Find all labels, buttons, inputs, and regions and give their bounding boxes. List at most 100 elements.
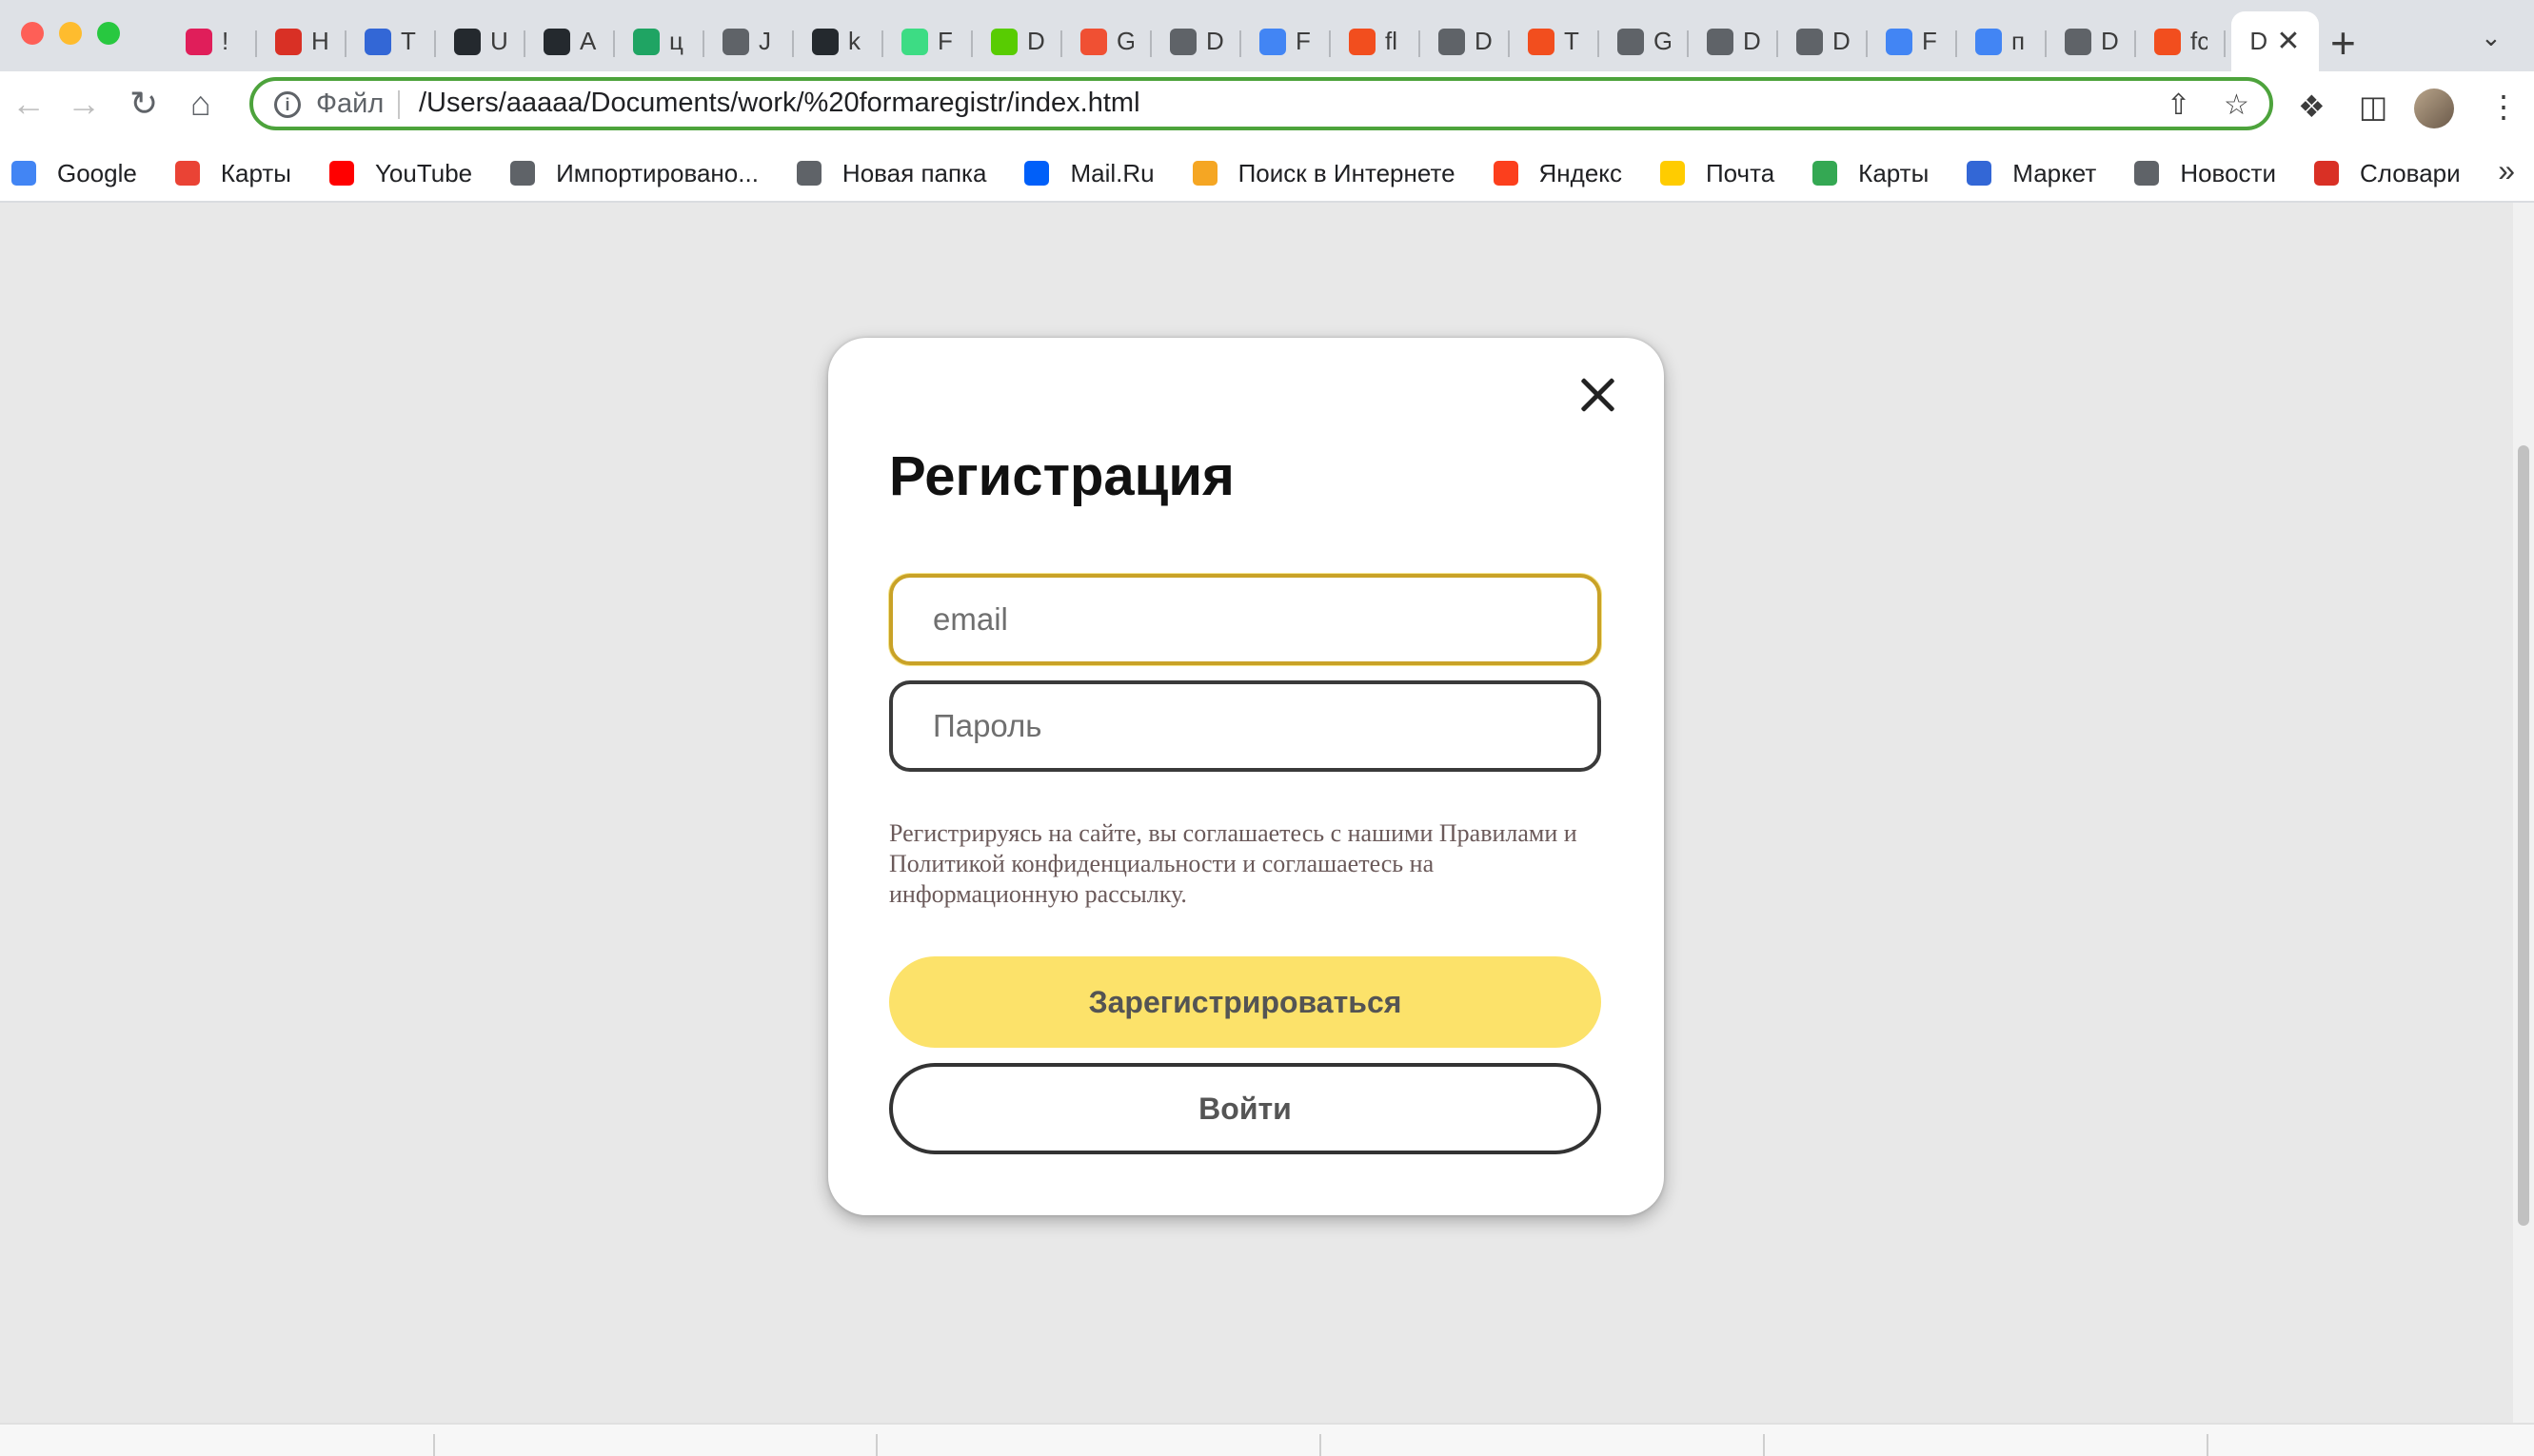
login-button[interactable]: Войти <box>889 1063 1601 1154</box>
bookmark-item[interactable]: Почта <box>1659 158 1775 188</box>
browser-tab[interactable]: H <box>257 17 346 67</box>
tab-label: H <box>311 27 328 55</box>
github-icon <box>454 28 481 55</box>
browser-tab[interactable]: D <box>2047 17 2136 67</box>
tab-close-icon[interactable]: ✕ <box>2276 27 2300 56</box>
android-icon <box>901 28 928 55</box>
bookmark-item[interactable]: Mail.Ru <box>1024 158 1155 188</box>
scrollbar-thumb[interactable] <box>2518 445 2529 1226</box>
vertical-scrollbar[interactable] <box>2513 203 2534 1423</box>
browser-tab[interactable]: D <box>973 17 1062 67</box>
register-button[interactable]: Зарегистрироваться <box>889 956 1601 1048</box>
email-field[interactable] <box>889 574 1601 665</box>
bookmark-item[interactable]: Поиск в Интернете <box>1192 159 1455 188</box>
globe-icon <box>1438 28 1465 55</box>
wheel-icon <box>365 28 391 55</box>
globe-icon <box>723 28 749 55</box>
active-tab[interactable]: D ✕ <box>2231 11 2319 71</box>
bookmark-label: Карты <box>1858 158 1930 187</box>
browser-tab[interactable]: ц <box>615 17 704 67</box>
tab-search-chevron-icon[interactable]: ⌄ <box>2481 23 2502 52</box>
browser-tab[interactable]: A <box>525 17 615 67</box>
side-panel-icon[interactable]: ◫ <box>2359 89 2387 125</box>
bookmark-label: Mail.Ru <box>1070 158 1155 187</box>
browser-tab[interactable]: D <box>1778 17 1868 67</box>
bookmark-item[interactable]: Яндекс <box>1493 158 1622 188</box>
bookmark-item[interactable]: Импортировано... <box>510 159 759 188</box>
browser-tab[interactable]: D <box>1420 17 1510 67</box>
browser-tab[interactable]: U <box>436 17 525 67</box>
globe-icon <box>1170 28 1197 55</box>
url-separator <box>398 90 400 119</box>
bookmark-item[interactable]: Новая папка <box>796 159 986 188</box>
bookmark-label: Маркет <box>2012 158 2097 187</box>
docs-icon <box>1259 28 1286 55</box>
browser-tab[interactable]: D <box>1689 17 1778 67</box>
tab-label: G <box>1653 27 1671 55</box>
close-window-button[interactable] <box>21 22 44 45</box>
bookmark-item[interactable]: YouTube <box>328 158 473 188</box>
browser-tab[interactable]: D <box>1152 17 1241 67</box>
bookmark-label: Яндекс <box>1538 158 1622 187</box>
address-bar[interactable]: i Файл /Users/aaaaa/Documents/work/%20fo… <box>249 77 2273 130</box>
browser-tab[interactable]: T <box>1510 17 1599 67</box>
modal-title: Регистрация <box>889 445 1235 507</box>
extensions-puzzle-icon[interactable]: ❖ <box>2298 89 2326 125</box>
slack-icon <box>186 28 212 55</box>
bottom-strip <box>0 1423 2534 1456</box>
browser-tab[interactable]: ! <box>168 17 257 67</box>
bookmark-star-icon[interactable]: ☆ <box>2224 89 2249 122</box>
registration-modal: Регистрация Регистрируясь на сайте, вы с… <box>828 338 1664 1215</box>
browser-tab[interactable]: G <box>1599 17 1689 67</box>
tabs: ! H T U Aц Jk F D G D Ffl D T G D D Fп Dfc D ✕ <box>168 11 2319 71</box>
minimize-window-button[interactable] <box>59 22 82 45</box>
browser-tab[interactable]: J <box>704 17 794 67</box>
more-bookmarks-chevron-icon[interactable]: » <box>2498 153 2515 188</box>
browser-tab[interactable]: G <box>1062 17 1152 67</box>
bookmark-item[interactable]: Маркет <box>1967 159 2096 188</box>
menu-kebab-icon[interactable]: ⋮ <box>2488 89 2519 125</box>
share-icon[interactable]: ⇧ <box>2167 89 2190 122</box>
browser-tab[interactable]: fc <box>2136 17 2226 67</box>
close-icon[interactable] <box>1576 374 1618 416</box>
tab-label: F <box>938 27 953 55</box>
tab-label: T <box>1564 27 1579 55</box>
browser-tab[interactable]: k <box>794 17 883 67</box>
bookmark-item[interactable]: Карты <box>1812 159 1929 188</box>
browser-tab[interactable]: F <box>1868 17 1957 67</box>
new-tab-button[interactable]: + <box>2330 17 2356 69</box>
url-scheme-label: Файл <box>316 89 385 119</box>
url-text[interactable]: /Users/aaaaa/Documents/work/%20formaregi… <box>419 88 1140 119</box>
tab-label: U <box>490 27 507 55</box>
bookmark-item[interactable]: Словари <box>2313 158 2461 188</box>
browser-tab[interactable]: п <box>1957 17 2047 67</box>
maximize-window-button[interactable] <box>97 22 120 45</box>
browser-tab[interactable]: T <box>346 17 436 67</box>
profile-avatar[interactable] <box>2414 89 2454 128</box>
pin-icon <box>275 28 302 55</box>
bookmark-label: Почта <box>1705 158 1775 187</box>
browser-tab[interactable]: F <box>883 17 973 67</box>
google-icon <box>1975 28 2002 55</box>
tab-label: п <box>2011 27 2026 55</box>
reload-icon[interactable]: ↻ <box>129 87 158 121</box>
bookmark-item[interactable]: Карты <box>174 159 291 188</box>
docs-icon <box>1886 28 1912 55</box>
tab-label: fl <box>1385 27 1397 55</box>
back-arrow-icon[interactable]: ← <box>11 87 46 121</box>
forward-arrow-icon[interactable]: → <box>67 87 101 121</box>
news-icon <box>2134 161 2160 186</box>
owl-icon <box>991 28 1018 55</box>
bookmark-label: YouTube <box>374 158 473 187</box>
password-field[interactable] <box>889 680 1601 772</box>
bookmark-label: Словари <box>2359 158 2461 187</box>
dictionary-icon <box>2313 161 2339 186</box>
github-icon <box>812 28 839 55</box>
bookmark-item[interactable]: Google <box>11 159 137 188</box>
browser-tab[interactable]: fl <box>1331 17 1420 67</box>
home-icon[interactable]: ⌂ <box>190 87 211 121</box>
browser-tab[interactable]: F <box>1241 17 1331 67</box>
drive-icon <box>633 28 660 55</box>
bookmark-item[interactable]: Новости <box>2134 159 2276 188</box>
info-icon[interactable]: i <box>274 91 301 118</box>
